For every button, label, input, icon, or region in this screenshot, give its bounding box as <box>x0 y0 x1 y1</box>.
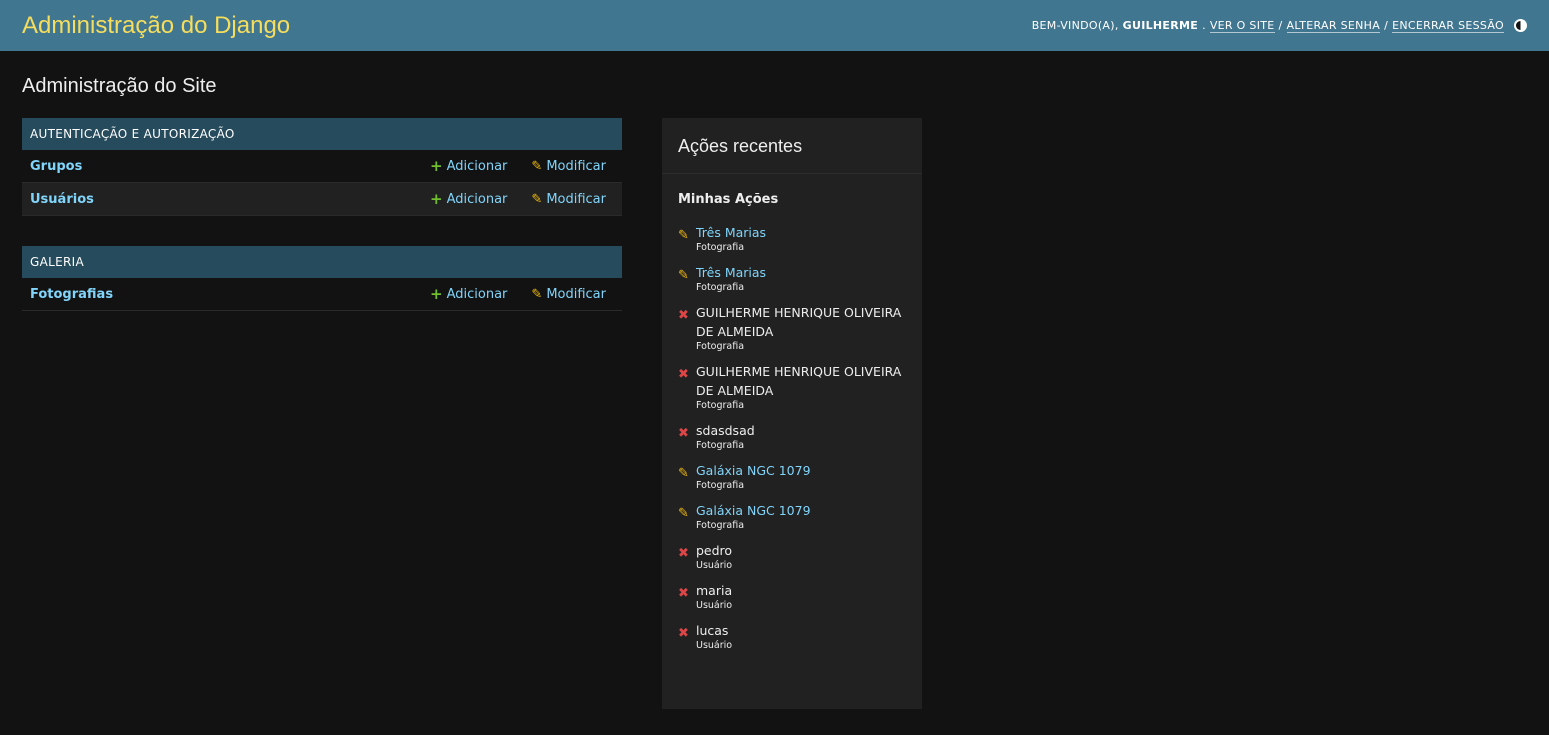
recent-action-type: Fotografia <box>696 480 745 491</box>
recent-action-type: Fotografia <box>696 341 745 352</box>
recent-action-name: maria <box>696 583 733 598</box>
recent-action-type: Fotografia <box>696 400 745 411</box>
recent-action-name[interactable]: Três Marias <box>696 225 766 240</box>
list-item: ✖ GUILHERME HENRIQUE OLIVEIRA DE ALMEIDA F… <box>678 302 906 352</box>
recent-action-name[interactable]: Galáxia NGC 1079 <box>696 503 811 518</box>
recent-action-name: pedro <box>696 543 733 558</box>
my-actions-heading: Minhas Ações <box>678 192 779 207</box>
module-caption[interactable]: Galeria <box>22 246 622 278</box>
recent-action-type: Usuário <box>696 640 733 651</box>
recent-action-name[interactable]: Galáxia NGC 1079 <box>696 463 811 478</box>
pencil-icon: ✎ <box>678 228 689 243</box>
recent-action-type: Fotografia <box>696 440 745 451</box>
pencil-icon: ✎ <box>531 286 543 302</box>
recent-action-name: GUILHERME HENRIQUE OLIVEIRA DE ALMEIDA <box>696 364 902 398</box>
recent-action-type: Fotografia <box>696 242 745 253</box>
change-password-link[interactable]: Alterar senha <box>1286 19 1381 33</box>
add-button[interactable]: + Adicionar <box>430 156 507 175</box>
table-row: Grupos + Adicionar ✎ Modificar <box>22 150 622 183</box>
header: Administração do Django Bem-vindo(a), Gu… <box>0 0 1549 51</box>
change-button[interactable]: ✎ Modificar <box>531 287 606 302</box>
list-item: ✖ pedro Usuário <box>678 540 906 571</box>
list-item: ✎ Três Marias Fotografia <box>678 222 906 253</box>
delete-icon: ✖ <box>678 426 689 441</box>
delete-icon: ✖ <box>678 308 689 323</box>
contrast-icon[interactable] <box>1514 19 1527 32</box>
recent-action-name[interactable]: Três Marias <box>696 265 766 280</box>
recent-actions-list: ✎ Três Marias Fotografia ✎ Três Marias Fotogr… <box>662 222 922 651</box>
pencil-icon: ✎ <box>531 191 543 207</box>
welcome-text: Bem-vindo(a), <box>1031 19 1119 32</box>
page-title: Administração do Site <box>22 75 217 97</box>
change-button[interactable]: ✎ Modificar <box>531 159 606 174</box>
recent-action-name: lucas <box>696 623 729 638</box>
plus-icon: + <box>430 156 443 175</box>
list-item: ✖ sdasdsad Fotografia <box>678 420 906 451</box>
recent-actions-title: Ações recentes <box>662 118 922 174</box>
username: Guilherme <box>1122 19 1199 32</box>
recent-action-type: Fotografia <box>696 520 745 531</box>
add-button[interactable]: + Adicionar <box>430 189 507 208</box>
view-site-link[interactable]: Ver o site <box>1209 19 1275 33</box>
delete-icon: ✖ <box>678 367 689 382</box>
list-item: ✎ Três Marias Fotografia <box>678 262 906 293</box>
delete-icon: ✖ <box>678 546 689 561</box>
recent-action-type: Fotografia <box>696 282 745 293</box>
pencil-icon: ✎ <box>678 506 689 521</box>
delete-icon: ✖ <box>678 626 689 641</box>
logout-link[interactable]: Encerrar sessão <box>1392 19 1504 33</box>
model-link-fotografias[interactable]: Fotografias <box>30 287 406 302</box>
add-button[interactable]: + Adicionar <box>430 284 507 303</box>
user-tools: Bem-vindo(a), Guilherme. Ver o site / Al… <box>1032 19 1527 33</box>
plus-icon: + <box>430 189 443 208</box>
module-auth: Autenticação e Autorização Grupos + Adici… <box>22 118 622 216</box>
module-galeria: Galeria Fotografias + Adicionar ✎ Modifica… <box>22 246 622 311</box>
site-branding[interactable]: Administração do Django <box>22 12 290 40</box>
pencil-icon: ✎ <box>678 466 689 481</box>
recent-action-name: GUILHERME HENRIQUE OLIVEIRA DE ALMEIDA <box>696 305 902 339</box>
recent-action-type: Usuário <box>696 600 733 611</box>
pencil-icon: ✎ <box>531 158 543 174</box>
list-item: ✎ Galáxia NGC 1079 Fotografia <box>678 460 906 491</box>
model-link-usuarios[interactable]: Usuários <box>30 192 406 207</box>
table-row: Fotografias + Adicionar ✎ Modificar <box>22 278 622 311</box>
model-link-grupos[interactable]: Grupos <box>30 159 406 174</box>
table-row: Usuários + Adicionar ✎ Modificar <box>22 183 622 216</box>
list-item: ✖ GUILHERME HENRIQUE OLIVEIRA DE ALMEIDA F… <box>678 361 906 411</box>
list-item: ✖ lucas Usuário <box>678 620 906 651</box>
plus-icon: + <box>430 284 443 303</box>
change-button[interactable]: ✎ Modificar <box>531 192 606 207</box>
list-item: ✖ maria Usuário <box>678 580 906 611</box>
recent-actions-panel: Ações recentes Minhas Ações ✎ Três Marias… <box>662 118 922 709</box>
recent-action-type: Usuário <box>696 560 733 571</box>
recent-action-name: sdasdsad <box>696 423 755 438</box>
delete-icon: ✖ <box>678 586 689 601</box>
module-caption[interactable]: Autenticação e Autorização <box>22 118 622 150</box>
list-item: ✎ Galáxia NGC 1079 Fotografia <box>678 500 906 531</box>
pencil-icon: ✎ <box>678 268 689 283</box>
